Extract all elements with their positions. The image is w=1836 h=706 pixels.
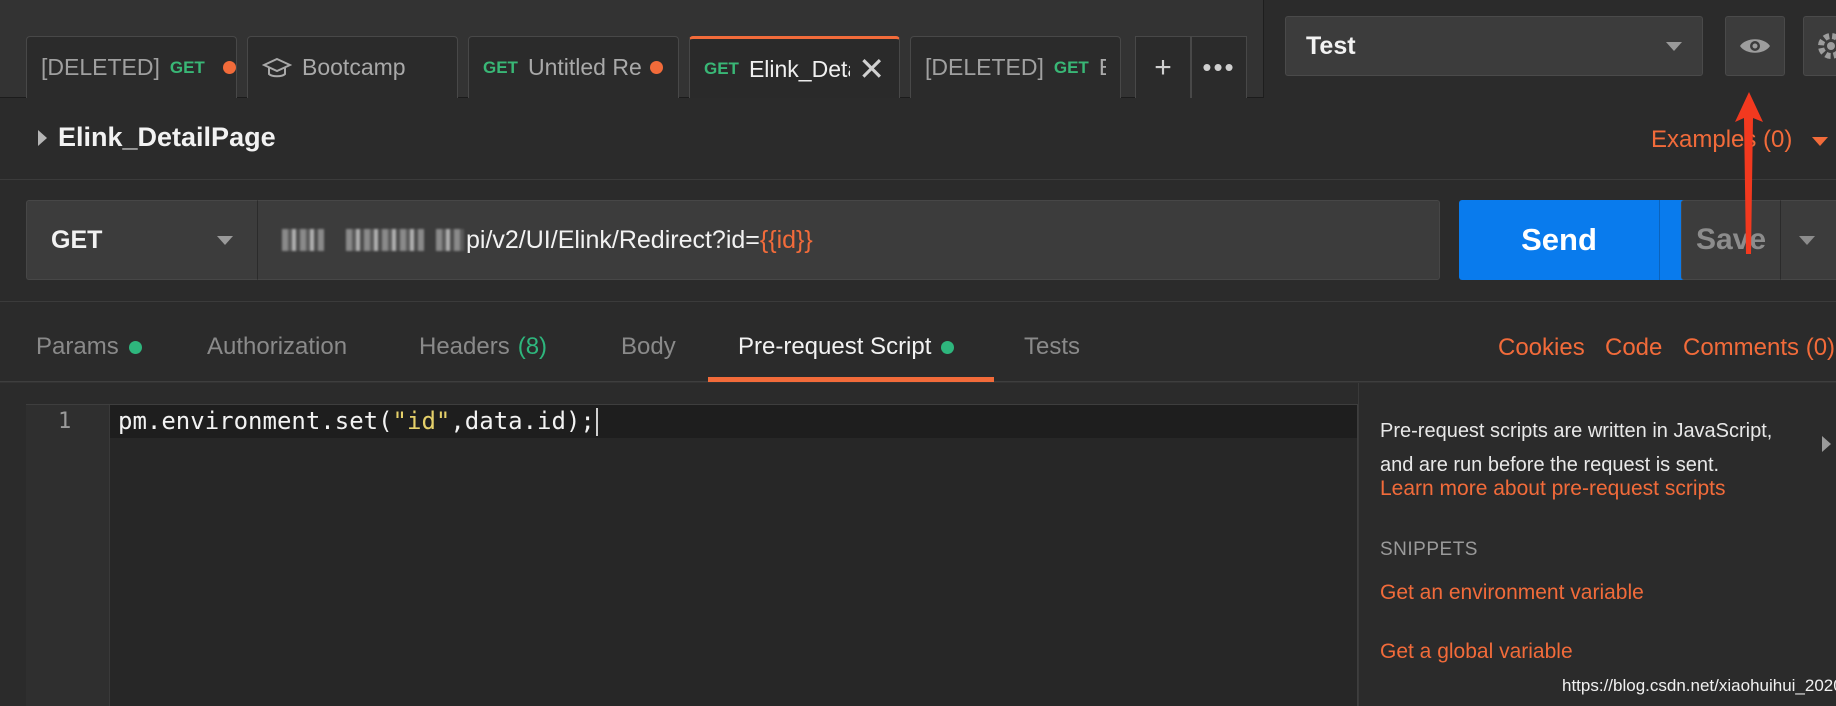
redacted-url-part [346, 229, 424, 251]
snippet-get-global-variable[interactable]: Get a global variable [1380, 640, 1573, 664]
tab-deleted-prefix: [DELETED] [925, 54, 1044, 80]
eye-icon [1738, 35, 1772, 57]
tab-label: Pre-request Script [738, 333, 932, 360]
learn-more-link[interactable]: Learn more about pre-request scripts [1380, 477, 1726, 501]
headers-count: (8) [517, 333, 548, 360]
snippet-get-environment-variable[interactable]: Get an environment variable [1380, 581, 1644, 605]
cookies-link[interactable]: Cookies [1498, 334, 1585, 362]
request-tab-untitled[interactable]: GET Untitled Re [468, 36, 679, 98]
tab-label: Elin [1099, 54, 1106, 81]
code-token: pm.environment.set( [118, 407, 393, 435]
annotation-arrow-icon [1735, 92, 1763, 254]
line-number: 1 [58, 409, 72, 434]
text-cursor [596, 408, 598, 436]
chevron-down-icon [1799, 235, 1815, 245]
watermark-text: https://blog.csdn.net/xiaohuihui_2020 [1562, 676, 1836, 695]
tab-label: Body [621, 333, 676, 360]
manage-environments-button[interactable] [1803, 16, 1836, 76]
request-tab-deleted-1[interactable]: [DELETED] GET [26, 36, 237, 98]
request-tab-bar: [DELETED] GET Bootcamp GET Untitled Re G… [0, 0, 1263, 99]
tab-method: GET [169, 57, 205, 77]
http-method-value: GET [51, 225, 103, 254]
tab-deleted-prefix: [DELETED] [41, 54, 160, 80]
ellipsis-icon: ••• [1202, 52, 1236, 82]
script-editor[interactable] [26, 404, 1358, 706]
chevron-down-icon[interactable] [1812, 137, 1828, 146]
status-dot-icon [128, 340, 142, 354]
collapse-panel-icon[interactable] [1822, 436, 1831, 452]
snippets-heading: SNIPPETS [1380, 539, 1478, 560]
redacted-url-part [436, 229, 464, 251]
save-button[interactable]: Save [1681, 200, 1781, 280]
chevron-down-icon [217, 235, 233, 245]
request-tab-elink-detail[interactable]: GET Elink_Deta ✕ [689, 36, 900, 99]
tab-label: Authorization [207, 333, 348, 360]
chevron-right-icon[interactable] [38, 130, 47, 146]
tab-pre-request-script[interactable]: Pre-request Script [738, 333, 955, 361]
new-tab-button[interactable]: + [1135, 36, 1191, 98]
examples-link[interactable]: Examples (0) [1651, 126, 1792, 154]
code-string-token: "id" [392, 407, 451, 435]
redacted-url-part [282, 229, 324, 251]
url-variable: {{id}} [759, 225, 813, 254]
code-link[interactable]: Code [1605, 334, 1662, 362]
code-token: ,data.id); [450, 407, 595, 435]
request-tab-deleted-2[interactable]: [DELETED] GET Elin [910, 36, 1121, 98]
tab-authorization[interactable]: Authorization [207, 333, 347, 361]
tab-headers[interactable]: Headers (8) [419, 333, 547, 361]
comments-link[interactable]: Comments (0) [1683, 334, 1835, 362]
tab-label: Tests [1024, 333, 1081, 360]
environment-quick-look-button[interactable] [1725, 16, 1785, 76]
http-method-select[interactable]: GET [26, 200, 258, 280]
code-line[interactable]: pm.environment.set("id",data.id); [118, 407, 595, 435]
send-button[interactable]: Send [1459, 200, 1659, 280]
graduation-cap-icon [262, 57, 292, 79]
plus-icon: + [1154, 50, 1172, 84]
chevron-down-icon [1666, 41, 1682, 51]
tab-method: GET [1053, 57, 1089, 77]
url-path: pi/v2/UI/Elink/Redirect?id= [466, 225, 760, 254]
active-tab-indicator [708, 377, 994, 382]
tab-method: GET [704, 59, 739, 78]
more-tabs-button[interactable]: ••• [1191, 36, 1247, 98]
url-input[interactable]: pi/v2/UI/Elink/Redirect?id= {{id}} [258, 200, 1440, 280]
tab-label: Headers [419, 333, 510, 360]
snippet-partial[interactable] [1380, 693, 1460, 706]
tab-label: Untitled Re [527, 54, 642, 80]
tab-label: Params [36, 333, 119, 360]
help-description: Pre-request scripts are written in JavaS… [1380, 420, 1773, 476]
environment-selected: Test [1306, 31, 1356, 60]
status-dot-icon [941, 340, 955, 354]
environment-select[interactable]: Test [1285, 16, 1703, 76]
editor-gutter [26, 405, 110, 706]
unsaved-dot-icon [222, 61, 236, 74]
tab-tests[interactable]: Tests [1024, 333, 1080, 361]
request-name[interactable]: Elink_DetailPage [58, 122, 276, 153]
close-tab-icon[interactable]: ✕ [858, 53, 885, 85]
unsaved-dot-icon [649, 61, 663, 74]
gear-icon [1814, 29, 1836, 63]
request-tab-bootcamp[interactable]: Bootcamp [247, 36, 458, 98]
tab-params[interactable]: Params [36, 333, 142, 361]
save-options-button[interactable] [1780, 200, 1836, 280]
tab-method: GET [483, 57, 518, 77]
tab-label: Bootcamp [302, 54, 406, 80]
tab-body[interactable]: Body [621, 333, 676, 361]
tab-label: Elink_Deta [748, 55, 851, 82]
